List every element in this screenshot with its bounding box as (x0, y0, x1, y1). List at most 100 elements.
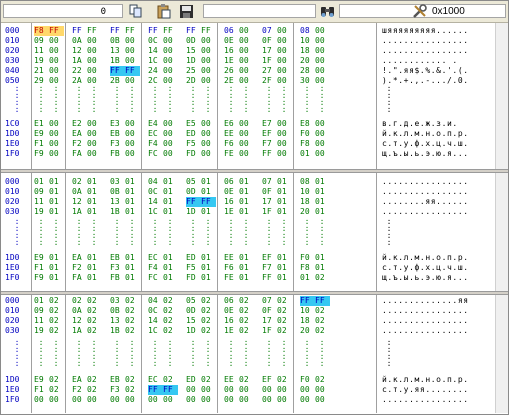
hex-byte[interactable]: 20 (300, 326, 315, 336)
hex-byte[interactable]: 14 (148, 197, 163, 207)
hex-byte[interactable]: 00 (277, 149, 292, 159)
hex-byte[interactable]: 02 (87, 375, 102, 385)
hex-byte[interactable]: 01 (125, 253, 140, 263)
hex-byte[interactable]: 01 (277, 253, 292, 263)
hex-byte[interactable]: 01 (49, 253, 64, 263)
hex-byte[interactable]: EF (262, 129, 277, 139)
hex-byte[interactable]: 01 (201, 207, 216, 217)
hex-row[interactable]: 1E0 F1 01 F2 01 F3 01 F4 01 F5 01 F6 01 F7 01 F8 01 с.т.у… (1, 263, 508, 273)
hex-byte[interactable]: 1C (148, 207, 163, 217)
hex-byte[interactable]: 00 (315, 395, 330, 405)
ascii-text[interactable]: щ.ъ.ы.ь.э.ю.я... (382, 149, 469, 159)
hex-row[interactable]: 030 19 00 1A 00 1B 00 1C 00 1D 00 1E 00 1F 00 20 00.....… (1, 56, 508, 66)
hex-byte[interactable]: 18 (300, 46, 315, 56)
hex-byte[interactable]: FF (262, 149, 277, 159)
hex-byte[interactable]: 08 (300, 177, 315, 187)
hex-byte[interactable]: 01 (201, 253, 216, 263)
hex-byte[interactable]: 01 (163, 197, 178, 207)
hex-byte[interactable]: 00 (49, 46, 64, 56)
hex-byte[interactable]: 01 (49, 207, 64, 217)
hex-byte[interactable]: ED (186, 129, 201, 139)
hex-byte[interactable]: 26 (224, 66, 239, 76)
hex-byte[interactable]: EB (110, 375, 125, 385)
hex-byte[interactable]: FF (201, 26, 216, 36)
hex-byte[interactable]: F9 (34, 273, 49, 283)
hex-byte[interactable]: 00 (277, 129, 292, 139)
hex-byte[interactable]: 02 (163, 306, 178, 316)
hex-byte[interactable]: 01 (239, 177, 254, 187)
hex-byte[interactable]: 01 (87, 207, 102, 217)
hex-byte[interactable]: 02 (239, 326, 254, 336)
hex-byte[interactable]: 11 (34, 197, 49, 207)
hex-byte[interactable]: 1F (262, 56, 277, 66)
ascii-text[interactable]: !.".яя$.%.&.'.(. (382, 66, 469, 76)
hex-panel-3[interactable]: 000 01 02 02 02 03 02 04 02 05 02 06 02 07 02 FF FF.....… (1, 295, 508, 413)
hex-byte[interactable]: 00 (277, 385, 292, 395)
hex-byte[interactable]: 02 (201, 296, 216, 306)
hex-byte[interactable]: 01 (315, 187, 330, 197)
hex-byte[interactable]: 02 (125, 375, 140, 385)
hex-byte[interactable]: 00 (163, 149, 178, 159)
hex-byte[interactable]: 00 (125, 36, 140, 46)
hex-byte[interactable]: 06 (224, 177, 239, 187)
hex-byte[interactable]: 00 (163, 119, 178, 129)
hex-byte[interactable]: 00 (315, 56, 330, 66)
hex-byte[interactable]: 14 (148, 46, 163, 56)
hex-byte[interactable]: 17 (262, 197, 277, 207)
hex-byte[interactable]: 1E (224, 207, 239, 217)
hex-byte[interactable]: ED (186, 375, 201, 385)
hex-byte[interactable]: 0F (262, 306, 277, 316)
hex-byte[interactable]: 01 (87, 177, 102, 187)
hex-byte[interactable]: 00 (125, 46, 140, 56)
hex-byte[interactable]: 02 (201, 375, 216, 385)
hex-byte[interactable]: 15 (186, 46, 201, 56)
hex-byte[interactable]: 00 (87, 56, 102, 66)
copy-button[interactable] (127, 3, 145, 20)
hex-byte[interactable]: 00 (125, 129, 140, 139)
hex-byte[interactable]: 02 (125, 326, 140, 336)
goto-button[interactable] (411, 3, 429, 20)
hex-byte[interactable]: 02 (239, 375, 254, 385)
hex-byte[interactable]: 04 (148, 177, 163, 187)
hex-byte[interactable]: E8 (300, 119, 315, 129)
hex-byte[interactable]: 1D (186, 326, 201, 336)
hex-byte[interactable]: 10 (300, 306, 315, 316)
hex-byte[interactable]: 00 (163, 36, 178, 46)
hex-byte[interactable]: 20 (300, 56, 315, 66)
ascii-text[interactable]: й.к.л.м.н.о.п.р. (382, 253, 469, 263)
hex-byte[interactable]: 15 (186, 316, 201, 326)
hex-byte[interactable]: 00 (315, 36, 330, 46)
hex-byte[interactable]: 07 (262, 177, 277, 187)
hex-byte[interactable]: 01 (49, 273, 64, 283)
hex-byte[interactable]: 02 (201, 316, 216, 326)
ascii-text[interactable]: ................ (382, 46, 469, 56)
hex-byte[interactable]: E6 (224, 119, 239, 129)
hex-byte[interactable]: 0A (72, 187, 87, 197)
hex-byte[interactable]: FC (148, 273, 163, 283)
hex-byte[interactable]: 02 (72, 296, 87, 306)
hex-byte[interactable]: 04 (148, 296, 163, 306)
hex-byte[interactable]: FF (186, 197, 201, 207)
hex-byte[interactable]: F6 (224, 139, 239, 149)
hex-row[interactable]: 020 11 01 12 01 13 01 14 01 FF FF 16 01 17 01 18 01.....… (1, 197, 508, 207)
hex-byte[interactable]: 06 (224, 296, 239, 306)
hex-row[interactable]: 1F0 F9 00 FA 00 FB 00 FC 00 FD 00 FE 00 FF 00 01 00 щ.ъ.ы… (1, 149, 508, 159)
hex-byte[interactable]: FF (125, 66, 140, 76)
hex-byte[interactable]: FD (186, 149, 201, 159)
hex-byte[interactable]: 02 (315, 326, 330, 336)
hex-byte[interactable]: 01 (49, 263, 64, 273)
hex-byte[interactable]: 01 (300, 149, 315, 159)
hex-byte[interactable]: 02 (163, 375, 178, 385)
hex-byte[interactable]: 00 (110, 395, 125, 405)
hex-byte[interactable]: 00 (224, 385, 239, 395)
hex-byte[interactable]: 01 (277, 187, 292, 197)
hex-byte[interactable]: 02 (49, 306, 64, 316)
hex-byte[interactable]: 22 (72, 66, 87, 76)
hex-row[interactable]: 020 11 02 12 02 13 02 14 02 15 02 16 02 17 02 18 02.....… (1, 316, 508, 326)
ascii-text[interactable]: ).*.+.,.-.../.0. (382, 76, 469, 86)
hex-byte[interactable]: 00 (34, 395, 49, 405)
offset-field[interactable]: 0 (3, 4, 123, 18)
hex-byte[interactable]: 00 (201, 66, 216, 76)
hex-byte[interactable]: 01 (163, 263, 178, 273)
hex-byte[interactable]: EE (224, 129, 239, 139)
